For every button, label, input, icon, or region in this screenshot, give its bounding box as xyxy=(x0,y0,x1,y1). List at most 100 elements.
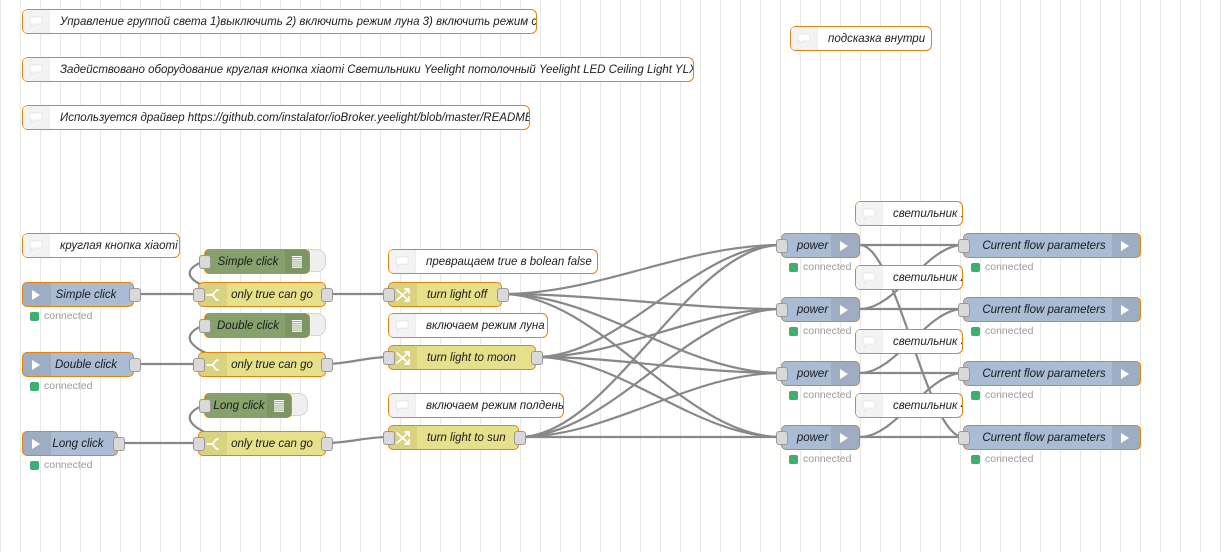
input-port[interactable] xyxy=(958,303,970,317)
change-node-turn-light-off[interactable]: turn light off xyxy=(388,282,502,307)
output-node-current-flow-parameters-1[interactable]: Current flow parameters xyxy=(963,233,1141,258)
status-dot-icon xyxy=(971,390,980,400)
debug-toggle-button[interactable] xyxy=(290,393,308,416)
status-dot-icon xyxy=(789,262,798,272)
wire xyxy=(535,307,782,359)
arrow-right-icon xyxy=(831,234,859,257)
output-port[interactable] xyxy=(113,437,125,451)
debug-toggle-button[interactable] xyxy=(308,313,326,336)
debug-toggle-button[interactable] xyxy=(308,249,326,272)
speech-bubble-icon xyxy=(856,394,883,417)
status-label: connected xyxy=(803,389,852,401)
input-port[interactable] xyxy=(193,288,205,302)
speech-bubble-icon xyxy=(23,234,50,257)
flow-editor-canvas[interactable]: Управление группой света 1)выключить 2) … xyxy=(0,0,1229,552)
speech-bubble-icon xyxy=(23,10,50,33)
arrow-right-icon xyxy=(23,353,51,376)
speech-bubble-icon xyxy=(389,250,416,273)
input-port[interactable] xyxy=(776,239,788,253)
wire xyxy=(535,355,782,375)
comment-svetilnik-2[interactable]: светильник 2 xyxy=(855,265,963,290)
comment-podskazka-vnutri[interactable]: подсказка внутри xyxy=(790,26,932,51)
debug-node-double-click[interactable]: Double click xyxy=(204,313,310,338)
output-port[interactable] xyxy=(321,288,333,302)
output-port[interactable] xyxy=(129,288,141,302)
node-label: Simple click xyxy=(217,255,279,268)
node-status: connected xyxy=(971,325,1033,337)
input-port[interactable] xyxy=(776,303,788,317)
switch-node-only-true-can-go-1[interactable]: only true can go xyxy=(198,282,326,307)
output-node-power-3[interactable]: power xyxy=(781,361,860,386)
input-node-double-click[interactable]: Double click xyxy=(22,352,134,377)
input-port[interactable] xyxy=(383,431,395,445)
input-node-simple-click[interactable]: Simple click xyxy=(22,282,134,307)
input-port[interactable] xyxy=(776,367,788,381)
output-node-power-1[interactable]: power xyxy=(781,233,860,258)
input-port[interactable] xyxy=(199,255,211,269)
input-port[interactable] xyxy=(199,319,211,333)
input-port[interactable] xyxy=(958,367,970,381)
comment-svetilnik-3[interactable]: светильник 3 xyxy=(855,329,963,354)
arrow-right-icon xyxy=(1112,298,1140,321)
speech-bubble-icon xyxy=(791,27,818,50)
arrow-right-icon xyxy=(23,283,51,306)
comment-svetilnik-4[interactable]: светильник 4 xyxy=(855,393,963,418)
node-label: Current flow parameters xyxy=(982,303,1106,316)
debug-node-simple-click[interactable]: Simple click xyxy=(204,249,310,274)
node-status: connected xyxy=(30,310,92,322)
comment-label: Используется драйвер https://github.com/… xyxy=(60,111,529,124)
arrow-right-icon xyxy=(1112,362,1140,385)
input-node-long-click[interactable]: Long click xyxy=(22,431,118,456)
node-label: only true can go xyxy=(231,358,313,371)
node-label: Double click xyxy=(217,319,279,332)
output-port[interactable] xyxy=(531,351,543,365)
input-port[interactable] xyxy=(193,437,205,451)
status-label: connected xyxy=(985,261,1034,273)
node-label: Simple click xyxy=(55,288,117,301)
switch-node-only-true-can-go-3[interactable]: only true can go xyxy=(198,431,326,456)
comment-vklyuchaem-rezhim-luna[interactable]: включаем режим луна xyxy=(388,313,548,338)
output-node-power-2[interactable]: power xyxy=(781,297,860,322)
comment-label: включаем режим луна xyxy=(426,319,545,332)
status-label: connected xyxy=(803,261,852,273)
comment-svetilnik-1[interactable]: светильник 1 xyxy=(855,201,963,226)
comment-zadeystvovano-oborudovanie[interactable]: Задействовано оборудование круглая кнопк… xyxy=(22,57,694,82)
input-port[interactable] xyxy=(776,431,788,445)
node-status: connected xyxy=(789,261,851,273)
input-port[interactable] xyxy=(193,358,205,372)
status-label: connected xyxy=(985,389,1034,401)
node-status: connected xyxy=(971,261,1033,273)
input-port[interactable] xyxy=(199,399,211,413)
output-port[interactable] xyxy=(514,431,526,445)
node-label: Current flow parameters xyxy=(982,239,1106,252)
input-port[interactable] xyxy=(958,239,970,253)
output-port[interactable] xyxy=(497,288,509,302)
input-port[interactable] xyxy=(958,431,970,445)
output-port[interactable] xyxy=(129,358,141,372)
switch-node-only-true-can-go-2[interactable]: only true can go xyxy=(198,352,326,377)
node-label: Long click xyxy=(213,399,265,412)
node-label: only true can go xyxy=(231,288,313,301)
debug-node-long-click[interactable]: Long click xyxy=(204,393,292,418)
comment-upravlenie-gruppoy-sveta[interactable]: Управление группой света 1)выключить 2) … xyxy=(22,9,537,34)
output-port[interactable] xyxy=(321,437,333,451)
output-port[interactable] xyxy=(321,358,333,372)
debug-lines-icon xyxy=(285,314,309,337)
comment-ispolzuetsya-drayver[interactable]: Используется драйвер https://github.com/… xyxy=(22,105,530,130)
node-status: connected xyxy=(30,380,92,392)
debug-lines-icon xyxy=(267,394,291,417)
wire xyxy=(325,435,389,445)
output-node-current-flow-parameters-4[interactable]: Current flow parameters xyxy=(963,425,1141,450)
comment-kruglaya-knopka-xiaomi[interactable]: круглая кнопка xiaomi xyxy=(22,233,180,258)
comment-prevraschaem-true-v-bolean-false[interactable]: превращаем true в bolean false xyxy=(388,249,598,274)
output-node-power-4[interactable]: power xyxy=(781,425,860,450)
change-node-turn-light-to-sun[interactable]: turn light to sun xyxy=(388,425,519,450)
node-label: Long click xyxy=(52,437,104,450)
output-node-current-flow-parameters-2[interactable]: Current flow parameters xyxy=(963,297,1141,322)
output-node-current-flow-parameters-3[interactable]: Current flow parameters xyxy=(963,361,1141,386)
node-label: Current flow parameters xyxy=(982,431,1106,444)
input-port[interactable] xyxy=(383,288,395,302)
change-node-turn-light-to-moon[interactable]: turn light to moon xyxy=(388,345,536,370)
input-port[interactable] xyxy=(383,351,395,365)
comment-vklyuchaem-rezhim-polden[interactable]: включаем режим полдень xyxy=(388,393,564,418)
